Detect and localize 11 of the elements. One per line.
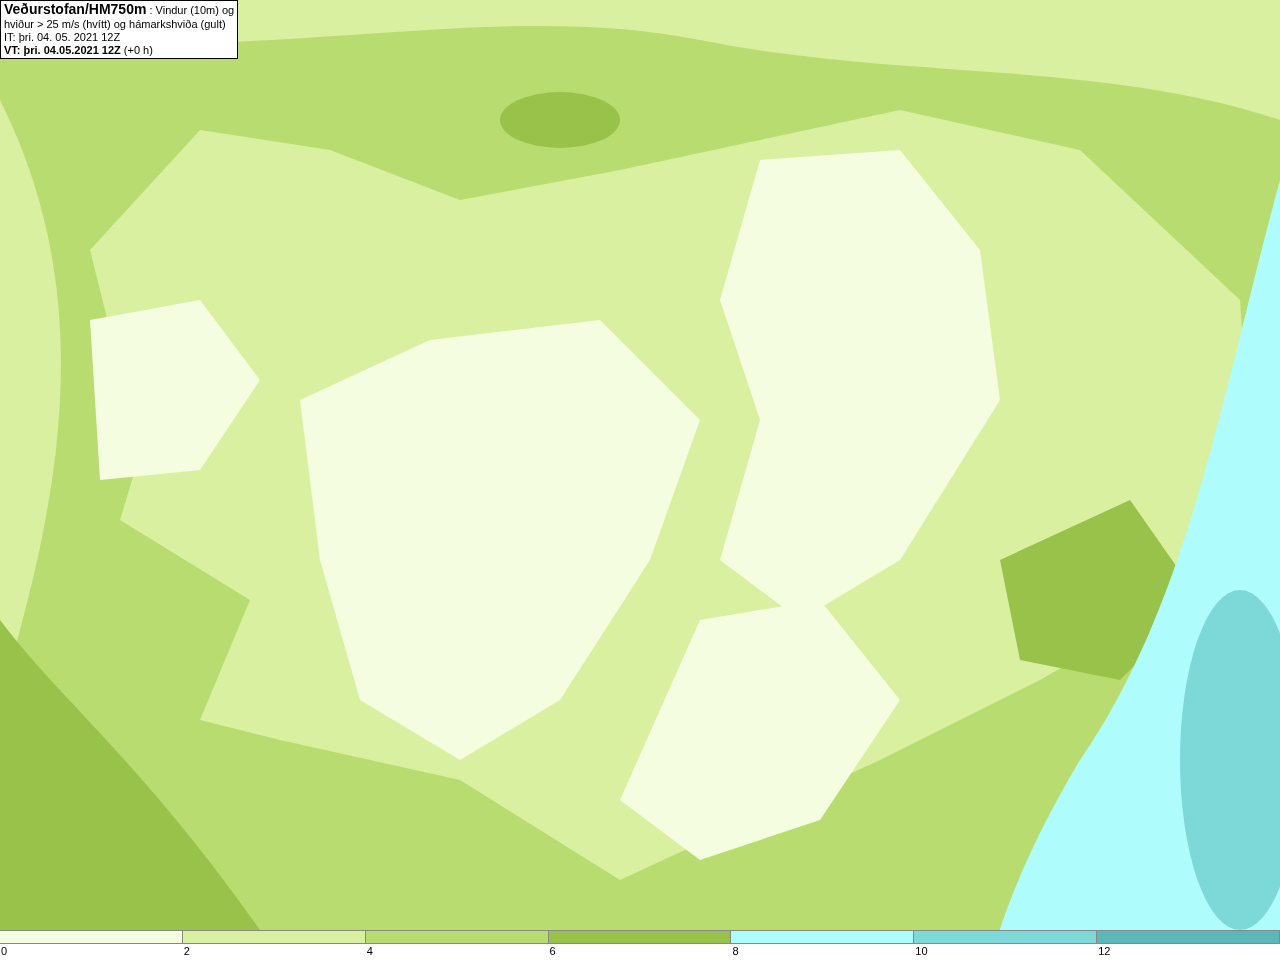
scale-label: 10 xyxy=(914,944,928,958)
scale-label: 6 xyxy=(548,944,556,958)
legend-text: VT: þri. 04.05.2021 12Z (+0 h) xyxy=(4,44,154,57)
scale-label: 12 xyxy=(1097,944,1111,958)
scale-label: 0 xyxy=(0,944,8,958)
scale-label: 2 xyxy=(182,944,190,958)
scale-label: 8 xyxy=(731,944,739,958)
legend-text: hviður > 25 m/s (hvítt) og hámarkshviða (gult) xyxy=(4,18,227,31)
legend-text: Veðurstofan/HM750m : Vindur (10m) og xyxy=(4,2,235,18)
scale-label: 4 xyxy=(365,944,373,958)
legend-text: IT: þri. 04. 05. 2021 12Z xyxy=(4,31,122,44)
